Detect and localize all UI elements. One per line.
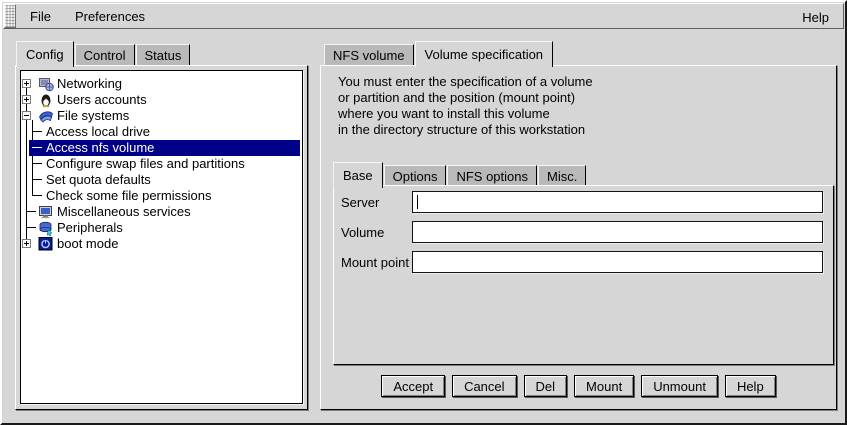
tab-status[interactable]: Status [136,44,191,66]
mount-point-label: Mount point [341,255,409,270]
mount-point-field-frame [412,251,823,273]
mount-button[interactable]: Mount [574,375,634,397]
volume-label: Volume [341,225,384,240]
tree-branch-line [32,179,42,180]
text-caret [417,195,418,209]
unmount-button[interactable]: Unmount [641,375,718,397]
tree-item-label: Peripherals [57,221,123,235]
description-line: where you want to install this volume [338,106,550,122]
users-icon [38,92,54,108]
tab-options[interactable]: Options [384,165,447,187]
volume-field-frame [412,221,823,243]
description-line: in the directory structure of this works… [338,122,585,138]
description-line: You must enter the specification of a vo… [338,74,593,90]
tree-item-label: Check some file permissions [46,189,211,203]
bootmode-icon [38,236,54,252]
base-form-page: Server Volume Mount point [333,185,834,365]
tree-item-peripherals[interactable]: Peripherals [21,220,302,236]
tree-rows: Networking Users accounts File systems [21,76,302,403]
server-input[interactable] [413,192,822,212]
tree-item-label: Access nfs volume [46,141,154,155]
server-label: Server [341,195,379,210]
right-notebook-tabs: NFS volume Volume specification [324,40,554,66]
tree-item-label: boot mode [57,237,118,251]
expander-plus-icon[interactable] [22,79,31,88]
menu-bar: File Preferences Help [3,3,844,29]
tree-branch-line [32,147,42,148]
help-button[interactable]: Help [725,375,776,397]
tree-item-boot-mode[interactable]: boot mode [21,236,302,252]
tree-item-access-local-drive[interactable]: Access local drive [21,124,302,140]
tree-item-label: Networking [57,77,122,91]
expander-plus-icon[interactable] [22,95,31,104]
tree-item-set-quota-defaults[interactable]: Set quota defaults [21,172,302,188]
tree-branch-line [32,195,42,196]
peripherals-icon [38,220,54,236]
filesystems-icon [38,108,54,124]
action-button-row: Accept Cancel Del Mount Unmount Help [321,375,836,397]
tree-branch-line [26,211,36,212]
volume-specification-page: You must enter the specification of a vo… [320,65,837,410]
tree-branch-line [32,131,42,132]
accept-button[interactable]: Accept [381,375,445,397]
tree-branch-line [32,163,42,164]
tab-base[interactable]: Base [333,162,383,188]
config-tree: Networking Users accounts File systems [20,70,303,404]
del-button[interactable]: Del [524,375,568,397]
tree-item-label: Miscellaneous services [57,205,191,219]
tree-item-check-file-permissions[interactable]: Check some file permissions [21,188,302,204]
tree-item-label: Access local drive [46,125,150,139]
tab-volume-specification[interactable]: Volume specification [415,41,554,67]
services-icon [38,204,54,220]
tree-item-access-nfs-volume[interactable]: Access nfs volume [21,140,302,156]
description-line: or partition and the position (mount poi… [338,90,575,106]
left-notebook-tabs: Config Control Status [16,40,191,66]
tree-item-configure-swap[interactable]: Configure swap files and partitions [21,156,302,172]
tree-branch-line [26,227,36,228]
tab-misc[interactable]: Misc. [538,165,586,187]
tab-control[interactable]: Control [75,44,135,66]
menu-preferences[interactable]: Preferences [69,6,151,27]
tab-nfs-volume[interactable]: NFS volume [324,44,414,66]
tree-item-file-systems[interactable]: File systems [21,108,302,124]
tree-item-label: File systems [57,109,129,123]
tree-item-label: Configure swap files and partitions [46,157,245,171]
config-page: Networking Users accounts File systems [15,65,308,410]
networking-icon [38,76,54,92]
expander-plus-icon[interactable] [22,239,31,248]
tree-item-networking[interactable]: Networking [21,76,302,92]
tab-nfs-options[interactable]: NFS options [447,165,537,187]
server-field-frame [412,191,823,213]
menubar-grip-handle[interactable] [4,4,16,28]
cancel-button[interactable]: Cancel [452,375,516,397]
menu-file[interactable]: File [24,6,57,27]
volume-input[interactable] [413,222,822,242]
expander-minus-icon[interactable] [22,111,31,120]
linuxconf-window: File Preferences Help Config Control Sta… [0,0,847,425]
tab-config[interactable]: Config [16,41,74,67]
volume-form-tabs: Base Options NFS options Misc. [333,161,587,187]
tree-item-users-accounts[interactable]: Users accounts [21,92,302,108]
mount-point-input[interactable] [413,252,822,272]
tree-item-label: Set quota defaults [46,173,151,187]
tree-item-miscellaneous-services[interactable]: Miscellaneous services [21,204,302,220]
tree-item-label: Users accounts [57,93,147,107]
menu-help[interactable]: Help [798,8,833,27]
